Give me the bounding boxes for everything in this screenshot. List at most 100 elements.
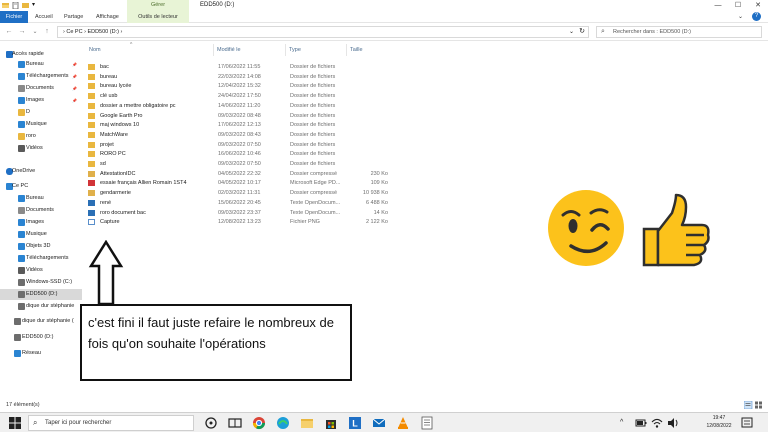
column-date[interactable]: Modifié le — [214, 44, 286, 56]
taskbar-search-box[interactable]: ⌕ Taper ici pour rechercher — [28, 415, 194, 431]
sidebar-item[interactable]: Réseau — [0, 348, 82, 359]
properties-icon[interactable] — [12, 1, 19, 10]
sidebar-item[interactable]: EDD500 (D:) — [0, 332, 82, 343]
clock[interactable]: 19:47 12/08/2022 — [704, 414, 734, 430]
file-row[interactable]: bac 17/06/2022 11:55 Dossier de fichiers — [86, 62, 386, 72]
sidebar-item[interactable]: D — [0, 107, 82, 118]
file-row[interactable]: bureau lycée 12/04/2022 15:32 Dossier de f… — [86, 81, 386, 91]
battery-icon[interactable] — [634, 416, 648, 430]
taskbar-search-placeholder[interactable]: Taper ici pour rechercher — [45, 416, 111, 430]
document-app-icon[interactable] — [420, 416, 434, 430]
column-name[interactable]: Nom — [86, 44, 214, 56]
file-row[interactable]: Google Earth Pro 09/03/2022 08:48 Dossier … — [86, 111, 386, 121]
file-name: dossier a rmettre obligatoire pc — [100, 102, 176, 109]
close-button[interactable]: ✕ — [748, 0, 768, 11]
start-windows-icon[interactable] — [8, 416, 22, 430]
folder-icon — [88, 141, 95, 148]
file-type: Dossier de fichiers — [290, 122, 336, 129]
volume-icon[interactable] — [666, 416, 680, 430]
notifications-chevron-icon[interactable]: ^ — [620, 416, 634, 430]
file-explorer-icon[interactable] — [300, 416, 314, 430]
file-size: 6 488 Ko — [365, 199, 388, 206]
tab-outils-de-lecteur[interactable]: Outils de lecteur — [127, 11, 189, 23]
store-icon[interactable] — [324, 416, 338, 430]
sidebar-item[interactable]: EDD500 (D:) — [0, 289, 82, 300]
view-toggle — [743, 400, 764, 410]
sidebar-item-label: EDD500 (D:) — [22, 334, 54, 340]
sidebar-item-label: Musique — [26, 121, 47, 127]
file-row[interactable]: RORO PC 16/06/2022 10:46 Dossier de fichie… — [86, 149, 386, 159]
ribbon-expand-icon[interactable]: ⌄ — [738, 11, 743, 23]
file-row[interactable]: essaie français Allien Romain 1ST4 04/05/… — [86, 178, 388, 188]
file-row[interactable]: clé usb 24/04/2022 17:50 Dossier de fichie… — [86, 91, 386, 101]
sidebar-item[interactable]: Bureau 📌 — [0, 59, 82, 70]
vlc-icon[interactable] — [396, 416, 410, 430]
back-arrow-icon[interactable]: ← — [4, 26, 14, 38]
sidebar-item[interactable]: Images 📌 — [0, 95, 82, 106]
manage-tab[interactable]: Gérer — [127, 0, 189, 11]
sidebar-item[interactable]: Musique — [0, 119, 82, 130]
sidebar-item[interactable]: dique dur stéphanie — [0, 301, 82, 312]
file-row[interactable]: MatchWare 09/03/2022 08:43 Dossier de fich… — [86, 130, 386, 140]
sidebar-item-label: Objets 3D — [26, 243, 51, 249]
sidebar-item[interactable]: dique dur stéphanie ( — [0, 316, 82, 327]
file-row[interactable]: projet 09/03/2022 07:50 Dossier de fichier… — [86, 140, 386, 150]
search-box[interactable]: ⌕ Rechercher dans : EDD500 (D:) — [596, 26, 762, 38]
file-row[interactable]: maj windows 10 17/06/2022 12:13 Dossier de… — [86, 120, 386, 130]
file-row[interactable]: gendarmerie 02/03/2022 11:31 Dossier compr… — [86, 188, 388, 198]
action-center-icon[interactable] — [740, 416, 754, 430]
address-path[interactable]: › Ce PC › EDD500 (D:) › — [63, 27, 122, 37]
refresh-icon[interactable]: ↻ — [579, 27, 585, 37]
wifi-icon[interactable] — [650, 416, 664, 430]
mail-icon[interactable] — [372, 416, 386, 430]
tab-affichage[interactable]: Affichage — [96, 11, 119, 23]
sidebar-item[interactable]: OneDrive — [0, 166, 82, 177]
file-row[interactable]: AttestationIDC 04/05/2022 22:32 Dossier co… — [86, 169, 388, 179]
minimize-button[interactable]: — — [708, 0, 728, 11]
help-icon[interactable]: ? — [752, 12, 761, 21]
sidebar-item[interactable]: Documents — [0, 205, 82, 216]
file-row[interactable]: Capture 12/08/2022 13:23 Fichier PNG 2 122 … — [86, 217, 388, 227]
quick-access-dropdown-icon[interactable]: ▾ — [32, 2, 39, 9]
file-row[interactable]: bureau 22/03/2022 14:08 Dossier de fichier… — [86, 72, 386, 82]
sidebar-item[interactable]: Ce PC — [0, 181, 82, 192]
sidebar-item[interactable]: Téléchargements 📌 — [0, 71, 82, 82]
address-bar[interactable]: › Ce PC › EDD500 (D:) › ⌄ ↻ — [57, 26, 589, 38]
column-size[interactable]: Taille — [347, 44, 407, 56]
image-file-icon — [88, 219, 95, 226]
sidebar-item[interactable]: Téléchargements — [0, 253, 82, 264]
maximize-button[interactable]: ☐ — [728, 0, 748, 11]
address-dropdown-icon[interactable]: ⌄ — [569, 27, 574, 37]
tab-fichier[interactable]: Fichier — [0, 11, 28, 23]
sidebar-item[interactable]: Bureau — [0, 193, 82, 204]
sidebar-item[interactable]: Vidéos — [0, 265, 82, 276]
chrome-icon[interactable] — [252, 416, 266, 430]
forward-arrow-icon[interactable]: → — [17, 26, 27, 38]
up-arrow-icon[interactable]: ↑ — [42, 26, 52, 38]
sidebar-item[interactable]: Musique — [0, 229, 82, 240]
task-switcher-icon[interactable] — [228, 416, 242, 430]
tab-partage[interactable]: Partage — [64, 11, 83, 23]
edge-icon[interactable] — [276, 416, 290, 430]
task-view-icon[interactable] — [204, 416, 218, 430]
sidebar-item-label: Téléchargements — [26, 255, 69, 261]
sidebar-item[interactable]: Windows-SSD (C:) — [0, 277, 82, 288]
search-placeholder[interactable]: Rechercher dans : EDD500 (D:) — [613, 27, 691, 37]
tab-accueil[interactable]: Accueil — [35, 11, 53, 23]
column-type[interactable]: Type — [286, 44, 347, 56]
sidebar-item[interactable]: Vidéos — [0, 143, 82, 154]
app-l-icon[interactable]: L — [348, 416, 362, 430]
sidebar-item[interactable]: Objets 3D — [0, 241, 82, 252]
large-icons-view-icon[interactable] — [755, 401, 762, 409]
details-view-icon[interactable] — [743, 400, 753, 410]
sidebar-item[interactable]: Documents 📌 — [0, 83, 82, 94]
new-folder-icon[interactable] — [22, 2, 29, 9]
file-row[interactable]: sd 09/03/2022 07:50 Dossier de fichiers — [86, 159, 386, 169]
file-row[interactable]: dossier a rmettre obligatoire pc 14/06/20… — [86, 101, 386, 111]
recent-locations-icon[interactable]: ⌄ — [30, 26, 40, 38]
file-row[interactable]: roro document bac 09/03/2022 23:37 Texte O… — [86, 208, 388, 218]
winking-face-emoji-icon — [546, 188, 626, 268]
sidebar-item[interactable]: Images — [0, 217, 82, 228]
file-row[interactable]: rené 15/06/2022 20:45 Texte OpenDocum... 6 … — [86, 198, 388, 208]
sidebar-item[interactable]: roro — [0, 131, 82, 142]
